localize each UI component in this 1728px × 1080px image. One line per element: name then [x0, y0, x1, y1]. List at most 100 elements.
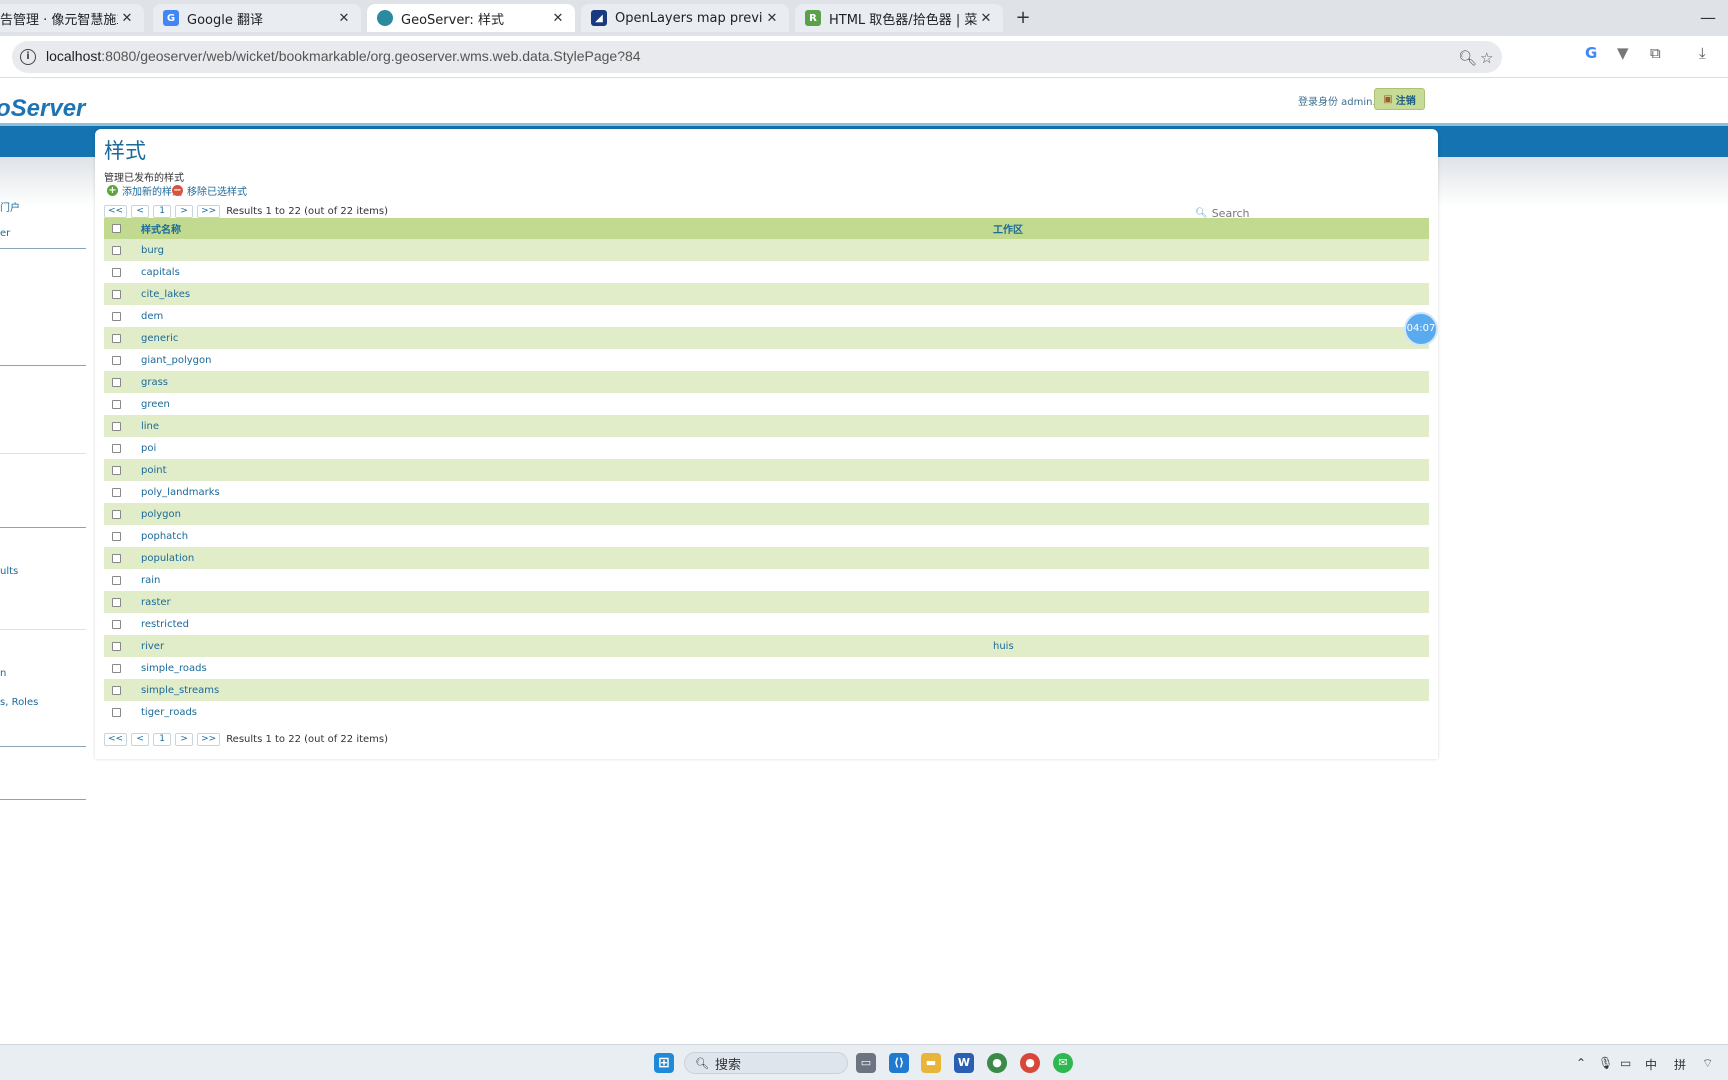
ime-pinyin[interactable]: 拼 [1674, 1056, 1686, 1073]
column-header-name[interactable]: 样式名称 [141, 221, 993, 236]
style-name-link[interactable]: poi [141, 443, 993, 454]
wifi-icon[interactable]: ⌔ [1702, 1056, 1713, 1071]
word-icon[interactable]: W [954, 1053, 974, 1073]
style-name-link[interactable]: river [141, 641, 993, 652]
tab-0[interactable]: 告管理 · 像元智慧施工街道 ✕ [0, 4, 144, 32]
style-name-link[interactable]: giant_polygon [141, 355, 993, 366]
style-name-link[interactable]: rain [141, 575, 993, 586]
row-checkbox[interactable] [112, 399, 121, 409]
extensions-puzzle-icon[interactable]: ⧉ [1650, 44, 1661, 62]
row-checkbox[interactable] [112, 333, 121, 343]
style-name-link[interactable]: dem [141, 311, 993, 322]
pager-first-button[interactable]: << [104, 205, 128, 218]
tab-3[interactable]: ◢ OpenLayers map preview ✕ [581, 4, 789, 32]
style-name-link[interactable]: restricted [141, 619, 993, 630]
url-text[interactable]: localhost:8080/geoserver/web/wicket/book… [46, 48, 641, 64]
pager-prev-button[interactable]: < [131, 733, 150, 746]
wechat-icon[interactable]: ✉ [1053, 1053, 1073, 1073]
style-name-link[interactable]: line [141, 421, 993, 432]
sidebar-item[interactable]: er [0, 228, 10, 239]
floating-timer[interactable]: 04:07 [1404, 312, 1438, 346]
logout-button[interactable]: ▣ 注销 [1374, 88, 1425, 110]
sidebar-item[interactable]: n [0, 668, 6, 679]
pager-page-button[interactable]: 1 [153, 733, 172, 746]
minimize-icon[interactable]: — [1700, 8, 1716, 27]
geoserver-logo[interactable]: oServer [0, 95, 85, 123]
chrome-icon[interactable]: ● [1020, 1053, 1040, 1073]
tray-chevron-icon[interactable]: ⌃ [1576, 1056, 1586, 1070]
row-checkbox[interactable] [112, 289, 121, 299]
row-checkbox[interactable] [112, 531, 121, 541]
bookmark-star-icon[interactable]: ☆ [1480, 49, 1493, 67]
row-checkbox[interactable] [112, 245, 121, 255]
column-header-workspace[interactable]: 工作区 [993, 221, 1429, 236]
row-checkbox[interactable] [112, 597, 121, 607]
pager-prev-button[interactable]: < [131, 205, 150, 218]
row-checkbox[interactable] [112, 355, 121, 365]
vscode-icon[interactable]: ⟨⟩ [889, 1053, 909, 1073]
style-name-link[interactable]: cite_lakes [141, 289, 993, 300]
site-info-icon[interactable]: i [20, 49, 36, 65]
close-icon[interactable]: ✕ [763, 11, 781, 26]
download-icon[interactable]: ⤓ [1699, 44, 1706, 62]
workspace-cell[interactable]: huis [993, 641, 1429, 652]
row-checkbox[interactable] [112, 575, 121, 585]
style-name-link[interactable]: polygon [141, 509, 993, 520]
microphone-icon[interactable]: 🎙︎ [1598, 1056, 1613, 1070]
row-checkbox[interactable] [112, 311, 121, 321]
close-icon[interactable]: ✕ [335, 11, 353, 26]
style-name-link[interactable]: population [141, 553, 993, 564]
remove-style-link[interactable]: − 移除已选样式 [172, 183, 247, 198]
add-style-link[interactable]: + 添加新的样式 [107, 183, 182, 198]
style-name-link[interactable]: pophatch [141, 531, 993, 542]
style-name-link[interactable]: burg [141, 245, 993, 256]
style-name-link[interactable]: raster [141, 597, 993, 608]
style-name-link[interactable]: poly_landmarks [141, 487, 993, 498]
task-view-icon[interactable]: ▭ [856, 1053, 876, 1073]
close-icon[interactable]: ✕ [977, 11, 995, 26]
windows-start-icon[interactable]: ⊞ [654, 1053, 674, 1073]
row-checkbox[interactable] [112, 553, 121, 563]
pager-next-button[interactable]: > [175, 205, 194, 218]
row-checkbox[interactable] [112, 685, 121, 695]
close-icon[interactable]: ✕ [549, 11, 567, 26]
style-name-link[interactable]: green [141, 399, 993, 410]
row-checkbox[interactable] [112, 421, 121, 431]
ime-mode[interactable]: 中 [1645, 1056, 1657, 1073]
style-name-link[interactable]: simple_roads [141, 663, 993, 674]
monitor-icon[interactable]: ▭ [1620, 1056, 1631, 1070]
tab-4[interactable]: R HTML 取色器/拾色器 | 菜鸟教程 ✕ [795, 4, 1003, 32]
pager-next-button[interactable]: > [175, 733, 194, 746]
sidebar-item[interactable]: 门户 [0, 199, 20, 214]
row-checkbox[interactable] [112, 707, 121, 717]
style-name-link[interactable]: capitals [141, 267, 993, 278]
row-checkbox[interactable] [112, 509, 121, 519]
taskbar-search[interactable]: 🔍︎ 搜索 [684, 1052, 848, 1074]
address-bar[interactable]: i localhost:8080/geoserver/web/wicket/bo… [12, 41, 1502, 73]
pager-page-button[interactable]: 1 [153, 205, 172, 218]
pager-last-button[interactable]: >> [197, 205, 221, 218]
translate-icon[interactable]: G [1585, 44, 1597, 62]
extension-v-icon[interactable]: ▼ [1617, 44, 1629, 62]
row-checkbox[interactable] [112, 465, 121, 475]
select-all-checkbox[interactable] [112, 224, 121, 233]
chrome-icon[interactable]: ● [987, 1053, 1007, 1073]
tab-2[interactable]: GeoServer: 样式 ✕ [367, 4, 575, 32]
pager-first-button[interactable]: << [104, 733, 128, 746]
sidebar-item[interactable]: ults [0, 566, 18, 577]
style-name-link[interactable]: simple_streams [141, 685, 993, 696]
row-checkbox[interactable] [112, 443, 121, 453]
new-tab-button[interactable]: + [1012, 8, 1034, 30]
style-name-link[interactable]: grass [141, 377, 993, 388]
row-checkbox[interactable] [112, 267, 121, 277]
row-checkbox[interactable] [112, 641, 121, 651]
row-checkbox[interactable] [112, 377, 121, 387]
row-checkbox[interactable] [112, 487, 121, 497]
style-name-link[interactable]: generic [141, 333, 993, 344]
row-checkbox[interactable] [112, 619, 121, 629]
zoom-icon[interactable]: 🔍︎ [1458, 49, 1477, 67]
pager-last-button[interactable]: >> [197, 733, 221, 746]
tab-1[interactable]: G Google 翻译 ✕ [153, 4, 361, 32]
style-name-link[interactable]: point [141, 465, 993, 476]
sidebar-item[interactable]: s, Roles [0, 697, 38, 708]
